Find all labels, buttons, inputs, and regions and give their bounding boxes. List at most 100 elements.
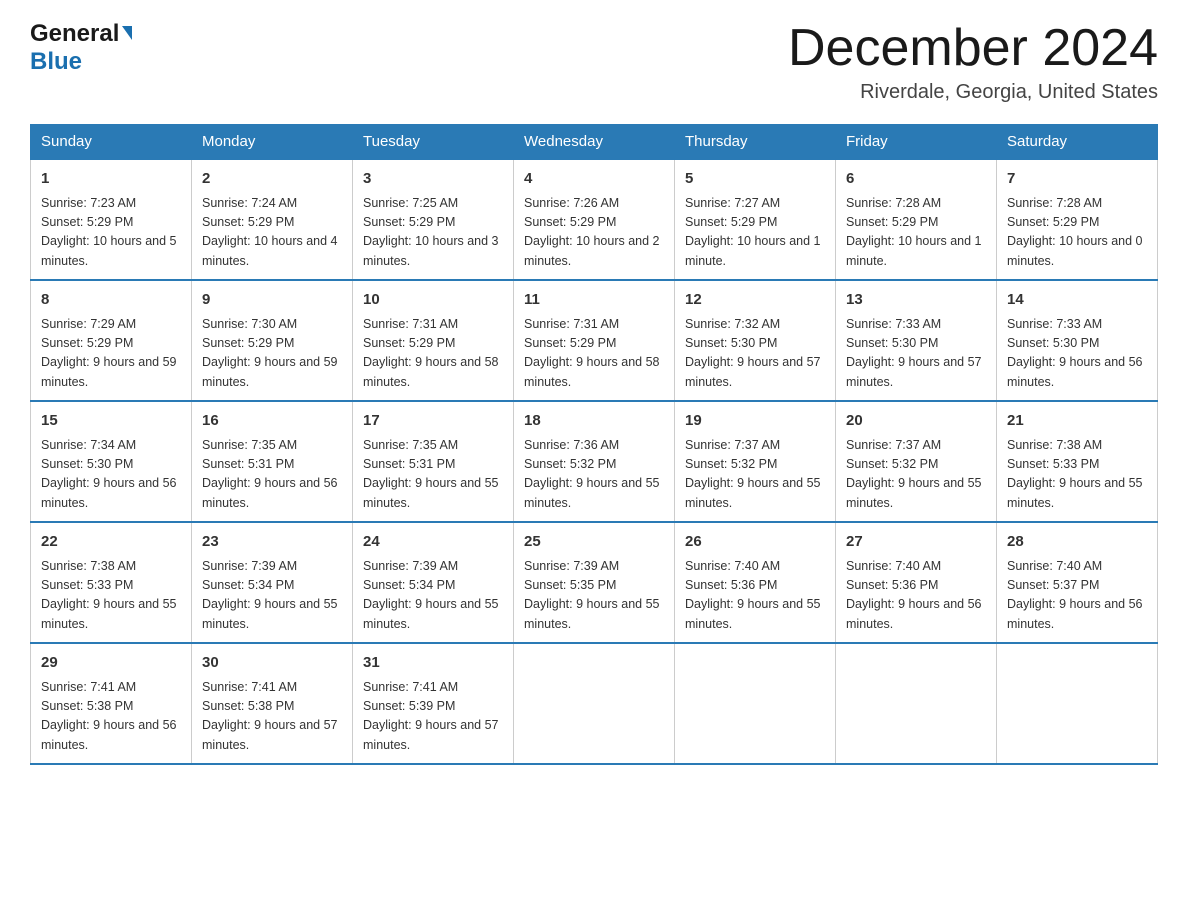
col-wednesday: Wednesday [514, 125, 675, 160]
day-number: 28 [1007, 531, 1147, 554]
day-number: 29 [41, 652, 181, 675]
day-number: 26 [685, 531, 825, 554]
day-info: Sunrise: 7:26 AMSunset: 5:29 PMDaylight:… [524, 194, 664, 272]
day-info: Sunrise: 7:41 AMSunset: 5:38 PMDaylight:… [202, 678, 342, 756]
day-info: Sunrise: 7:41 AMSunset: 5:38 PMDaylight:… [41, 678, 181, 756]
day-info: Sunrise: 7:37 AMSunset: 5:32 PMDaylight:… [685, 436, 825, 514]
calendar-cell: 10Sunrise: 7:31 AMSunset: 5:29 PMDayligh… [353, 280, 514, 401]
calendar-cell: 17 Sunrise: 7:35 AMSunset: 5:31 PMDayligh… [353, 401, 514, 522]
calendar-cell: 18Sunrise: 7:36 AMSunset: 5:32 PMDayligh… [514, 401, 675, 522]
location-subtitle: Riverdale, Georgia, United States [788, 81, 1158, 104]
calendar-cell: 26 Sunrise: 7:40 AMSunset: 5:36 PMDayligh… [675, 522, 836, 643]
day-info: Sunrise: 7:35 AMSunset: 5:31 PMDaylight:… [363, 436, 503, 514]
calendar-cell: 13 Sunrise: 7:33 AMSunset: 5:30 PMDayligh… [836, 280, 997, 401]
calendar-cell: 23 Sunrise: 7:39 AMSunset: 5:34 PMDayligh… [192, 522, 353, 643]
day-number: 13 [846, 289, 986, 312]
col-saturday: Saturday [997, 125, 1158, 160]
day-info: Sunrise: 7:23 AMSunset: 5:29 PMDaylight:… [41, 194, 181, 272]
day-info: Sunrise: 7:40 AMSunset: 5:36 PMDaylight:… [846, 557, 986, 635]
logo-blue-text: Blue [30, 48, 82, 75]
day-number: 15 [41, 410, 181, 433]
day-number: 12 [685, 289, 825, 312]
page-header: General Blue December 2024 Riverdale, Ge… [30, 20, 1158, 104]
calendar-cell: 15 Sunrise: 7:34 AMSunset: 5:30 PMDayligh… [31, 401, 192, 522]
calendar-cell [836, 643, 997, 764]
calendar-cell [675, 643, 836, 764]
day-number: 11 [524, 289, 664, 312]
calendar-week-row: 29 Sunrise: 7:41 AMSunset: 5:38 PMDayligh… [31, 643, 1158, 764]
day-number: 4 [524, 168, 664, 191]
day-number: 20 [846, 410, 986, 433]
day-info: Sunrise: 7:31 AMSunset: 5:29 PMDaylight:… [524, 315, 664, 393]
calendar-week-row: 22Sunrise: 7:38 AMSunset: 5:33 PMDayligh… [31, 522, 1158, 643]
calendar-cell: 30 Sunrise: 7:41 AMSunset: 5:38 PMDayligh… [192, 643, 353, 764]
day-number: 1 [41, 168, 181, 191]
day-number: 27 [846, 531, 986, 554]
logo: General Blue [30, 20, 132, 76]
day-info: Sunrise: 7:41 AMSunset: 5:39 PMDaylight:… [363, 678, 503, 756]
calendar-cell [514, 643, 675, 764]
day-number: 6 [846, 168, 986, 191]
day-number: 22 [41, 531, 181, 554]
day-number: 19 [685, 410, 825, 433]
calendar-cell: 2 Sunrise: 7:24 AMSunset: 5:29 PMDaylight… [192, 159, 353, 280]
day-info: Sunrise: 7:28 AMSunset: 5:29 PMDaylight:… [1007, 194, 1147, 272]
day-info: Sunrise: 7:30 AMSunset: 5:29 PMDaylight:… [202, 315, 342, 393]
day-number: 17 [363, 410, 503, 433]
day-info: Sunrise: 7:37 AMSunset: 5:32 PMDaylight:… [846, 436, 986, 514]
logo-general-text: General [30, 20, 119, 48]
calendar-cell: 4 Sunrise: 7:26 AMSunset: 5:29 PMDaylight… [514, 159, 675, 280]
day-info: Sunrise: 7:40 AMSunset: 5:37 PMDaylight:… [1007, 557, 1147, 635]
day-number: 7 [1007, 168, 1147, 191]
day-info: Sunrise: 7:27 AMSunset: 5:29 PMDaylight:… [685, 194, 825, 272]
day-number: 30 [202, 652, 342, 675]
day-number: 18 [524, 410, 664, 433]
logo-triangle-icon [122, 26, 132, 40]
calendar-cell: 28 Sunrise: 7:40 AMSunset: 5:37 PMDayligh… [997, 522, 1158, 643]
calendar-cell: 11 Sunrise: 7:31 AMSunset: 5:29 PMDayligh… [514, 280, 675, 401]
calendar-week-row: 8 Sunrise: 7:29 AMSunset: 5:29 PMDaylight… [31, 280, 1158, 401]
month-title: December 2024 [788, 20, 1158, 77]
day-info: Sunrise: 7:29 AMSunset: 5:29 PMDaylight:… [41, 315, 181, 393]
day-info: Sunrise: 7:32 AMSunset: 5:30 PMDaylight:… [685, 315, 825, 393]
day-info: Sunrise: 7:39 AMSunset: 5:35 PMDaylight:… [524, 557, 664, 635]
day-number: 2 [202, 168, 342, 191]
day-number: 10 [363, 289, 503, 312]
calendar-cell: 1 Sunrise: 7:23 AMSunset: 5:29 PMDaylight… [31, 159, 192, 280]
day-info: Sunrise: 7:24 AMSunset: 5:29 PMDaylight:… [202, 194, 342, 272]
day-info: Sunrise: 7:28 AMSunset: 5:29 PMDaylight:… [846, 194, 986, 272]
day-number: 5 [685, 168, 825, 191]
title-area: December 2024 Riverdale, Georgia, United… [788, 20, 1158, 104]
day-number: 31 [363, 652, 503, 675]
day-info: Sunrise: 7:38 AMSunset: 5:33 PMDaylight:… [1007, 436, 1147, 514]
col-friday: Friday [836, 125, 997, 160]
calendar-cell: 21Sunrise: 7:38 AMSunset: 5:33 PMDayligh… [997, 401, 1158, 522]
col-thursday: Thursday [675, 125, 836, 160]
day-number: 14 [1007, 289, 1147, 312]
day-number: 24 [363, 531, 503, 554]
calendar-cell: 24 Sunrise: 7:39 AMSunset: 5:34 PMDayligh… [353, 522, 514, 643]
day-info: Sunrise: 7:40 AMSunset: 5:36 PMDaylight:… [685, 557, 825, 635]
day-info: Sunrise: 7:35 AMSunset: 5:31 PMDaylight:… [202, 436, 342, 514]
calendar-cell: 6 Sunrise: 7:28 AMSunset: 5:29 PMDaylight… [836, 159, 997, 280]
calendar-cell: 25 Sunrise: 7:39 AMSunset: 5:35 PMDayligh… [514, 522, 675, 643]
calendar-cell: 16Sunrise: 7:35 AMSunset: 5:31 PMDayligh… [192, 401, 353, 522]
day-number: 3 [363, 168, 503, 191]
calendar-cell: 8 Sunrise: 7:29 AMSunset: 5:29 PMDaylight… [31, 280, 192, 401]
calendar-cell: 12 Sunrise: 7:32 AMSunset: 5:30 PMDayligh… [675, 280, 836, 401]
day-info: Sunrise: 7:33 AMSunset: 5:30 PMDaylight:… [846, 315, 986, 393]
col-tuesday: Tuesday [353, 125, 514, 160]
calendar-cell: 7 Sunrise: 7:28 AMSunset: 5:29 PMDaylight… [997, 159, 1158, 280]
day-number: 8 [41, 289, 181, 312]
day-number: 23 [202, 531, 342, 554]
calendar-cell: 27 Sunrise: 7:40 AMSunset: 5:36 PMDayligh… [836, 522, 997, 643]
day-info: Sunrise: 7:39 AMSunset: 5:34 PMDaylight:… [202, 557, 342, 635]
calendar-cell [997, 643, 1158, 764]
day-number: 25 [524, 531, 664, 554]
col-sunday: Sunday [31, 125, 192, 160]
day-info: Sunrise: 7:34 AMSunset: 5:30 PMDaylight:… [41, 436, 181, 514]
col-monday: Monday [192, 125, 353, 160]
calendar-cell: 9Sunrise: 7:30 AMSunset: 5:29 PMDaylight… [192, 280, 353, 401]
day-info: Sunrise: 7:39 AMSunset: 5:34 PMDaylight:… [363, 557, 503, 635]
day-info: Sunrise: 7:25 AMSunset: 5:29 PMDaylight:… [363, 194, 503, 272]
